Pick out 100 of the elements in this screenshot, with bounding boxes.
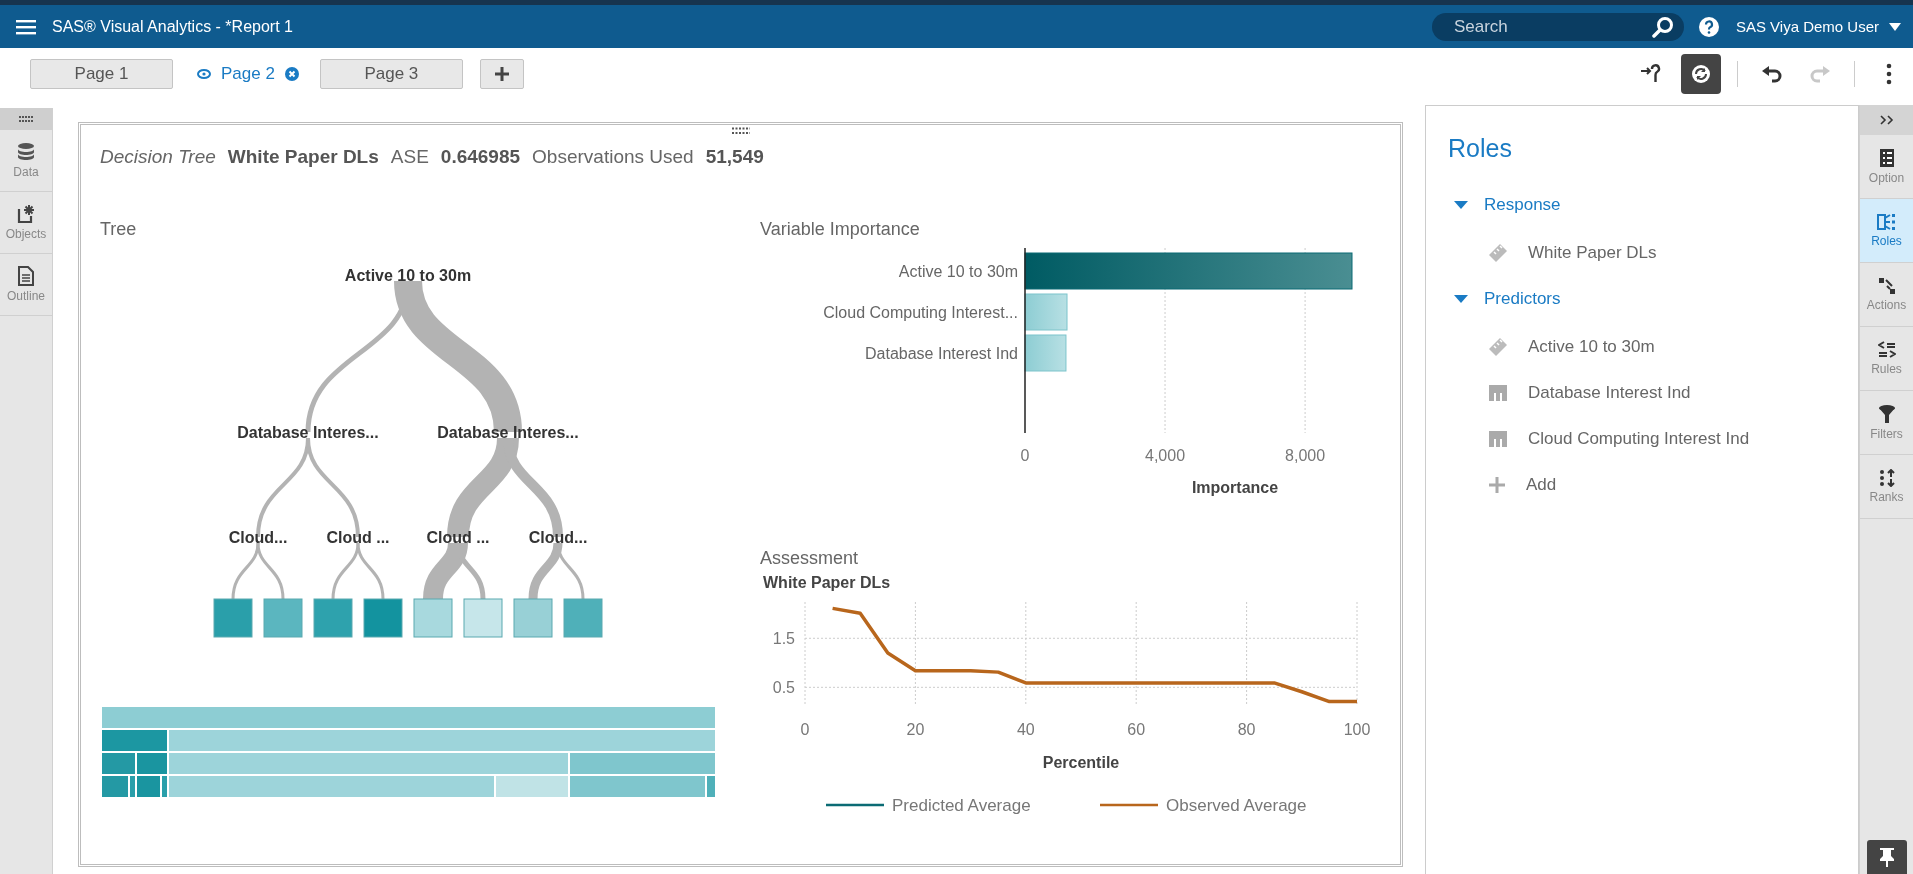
section-toggle[interactable]: Predictors: [1448, 287, 1561, 311]
category-label: Cloud Computing Interest...: [823, 304, 1018, 321]
tick-label: 100: [1343, 721, 1371, 738]
tick-label: 8,000: [1285, 447, 1326, 464]
app-title: SAS® Visual Analytics - *Report 1: [52, 17, 293, 36]
add-object-icon: [17, 204, 35, 224]
filter-icon: [1877, 404, 1896, 424]
tick-label: 60: [1127, 721, 1146, 738]
response-name: White Paper DLs: [227, 146, 379, 168]
collapse-button[interactable]: [1860, 105, 1913, 135]
user-menu[interactable]: SAS Viya Demo User: [1735, 18, 1901, 35]
document-icon: [18, 266, 34, 286]
roles-icon: [1876, 213, 1897, 231]
search-field[interactable]: Search: [1431, 12, 1684, 41]
tree-node-label[interactable]: Cloud ...: [326, 529, 390, 546]
observations-value: 51,549: [705, 146, 764, 168]
stat-value: 0.646985: [440, 146, 521, 168]
tree-node-label[interactable]: Database Interes...: [437, 424, 579, 441]
legend-label: Observed Average: [1166, 796, 1307, 815]
tree-node-label[interactable]: Database Interes...: [237, 424, 379, 441]
tick-label: 1.5: [772, 630, 795, 648]
legend-swatch: [826, 803, 884, 807]
leaf-node[interactable]: [513, 598, 553, 638]
category-icon: [1488, 430, 1508, 448]
bar[interactable]: [1024, 293, 1068, 331]
caret-icon: [1454, 294, 1468, 304]
leaf-node[interactable]: [363, 598, 403, 638]
actions-icon: [1877, 277, 1896, 295]
section-toggle[interactable]: Response: [1448, 193, 1561, 217]
tree-node-label[interactable]: Cloud ...: [426, 529, 490, 546]
panel-title: Roles: [1448, 134, 1512, 163]
category-icon: [1488, 384, 1508, 402]
bar[interactable]: [1024, 252, 1353, 290]
chart-title: Variable Importance: [760, 219, 921, 241]
tick-label: 0: [1020, 447, 1030, 464]
database-icon: [17, 142, 35, 162]
tick-label: 40: [1016, 721, 1035, 738]
category-label: Active 10 to 30m: [898, 263, 1018, 280]
leaf-node[interactable]: [313, 598, 353, 638]
sidebar-tab[interactable]: Filters: [1860, 391, 1913, 455]
legend-label: Predicted Average: [892, 796, 1031, 815]
tree-node-label[interactable]: Cloud...: [528, 529, 588, 546]
page-tab[interactable]: Page 2: [190, 59, 306, 89]
arrow-question-icon: [1640, 64, 1662, 84]
tick-label: 0.5: [772, 679, 795, 697]
grip-icon[interactable]: [730, 127, 751, 135]
page-tab[interactable]: Page 3: [319, 59, 463, 89]
help-icon[interactable]: [1697, 15, 1720, 38]
model-type: Decision Tree: [100, 146, 216, 168]
stat-label: ASE: [390, 146, 429, 168]
leaf-node[interactable]: [213, 598, 253, 638]
rules-icon: [1877, 341, 1896, 359]
caret-icon: [1889, 22, 1901, 31]
bar[interactable]: [1024, 334, 1067, 372]
sidebar-tab[interactable]: Outline: [0, 254, 52, 316]
menu-icon: [16, 18, 36, 35]
chart-title: Assessment: [760, 548, 860, 570]
eye-icon: [197, 69, 211, 79]
plus-icon: [493, 66, 510, 82]
tree-node-label[interactable]: Cloud...: [228, 529, 288, 546]
pin-button[interactable]: [1866, 840, 1907, 874]
observations-label: Observations Used: [532, 146, 694, 168]
role-item[interactable]: Cloud Computing Interest Ind: [1528, 429, 1750, 449]
add-button[interactable]: Add: [1448, 473, 1557, 497]
axis-title: Importance: [1191, 479, 1279, 496]
double-chevron-icon: [1879, 115, 1894, 125]
role-item[interactable]: Database Interest Ind: [1528, 383, 1691, 403]
tick-label: 4,000: [1145, 447, 1186, 464]
tick-label: 0: [800, 721, 810, 738]
caret-icon: [1454, 200, 1468, 210]
legend-swatch: [1100, 803, 1158, 807]
plus-icon: [1488, 476, 1506, 494]
leaf-node[interactable]: [263, 598, 303, 638]
close-icon[interactable]: [284, 67, 299, 81]
list-icon: [1878, 148, 1895, 168]
role-item[interactable]: White Paper DLs: [1528, 243, 1657, 263]
ranks-icon: [1877, 469, 1896, 487]
leaf-node[interactable]: [463, 598, 503, 638]
undo-icon: [1761, 65, 1783, 83]
leaf-node[interactable]: [563, 598, 603, 638]
grip-icon: [18, 116, 34, 122]
search-icon[interactable]: [1651, 15, 1674, 38]
sidebar-tab[interactable]: Roles: [1860, 199, 1913, 263]
leaf-node[interactable]: [413, 598, 453, 638]
redo-icon: [1809, 65, 1831, 83]
sidebar-tab[interactable]: Actions: [1860, 263, 1913, 327]
auto-refresh-button[interactable]: [1681, 54, 1721, 94]
axis-title: Percentile: [1042, 754, 1120, 771]
sidebar-tab[interactable]: Ranks: [1860, 455, 1913, 519]
drag-handle[interactable]: [0, 108, 52, 130]
sidebar-tab[interactable]: Data: [0, 130, 52, 192]
sidebar-tab[interactable]: Objects: [0, 192, 52, 254]
axis-title: White Paper DLs: [763, 574, 891, 591]
add-page-button[interactable]: [479, 59, 524, 89]
page-tab[interactable]: Page 1: [30, 59, 173, 89]
tree-node-label[interactable]: Active 10 to 30m: [344, 267, 472, 284]
ruler-icon: [1488, 243, 1508, 263]
tick-label: 80: [1237, 721, 1256, 738]
pin-icon: [1878, 847, 1895, 867]
role-item[interactable]: Active 10 to 30m: [1528, 337, 1655, 357]
